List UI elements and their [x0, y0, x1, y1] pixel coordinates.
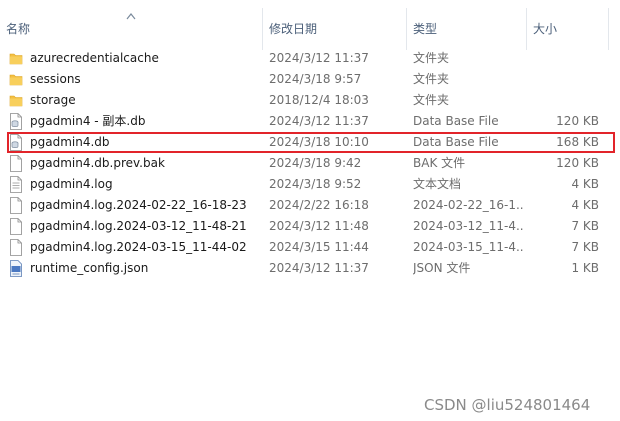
- file-date: 2024/3/18 9:52: [269, 177, 362, 191]
- file-type: 2024-03-15_11-4...: [413, 240, 523, 254]
- file-row[interactable]: pgadmin4.db.prev.bak 2024/3/18 9:42 BAK 文件…: [0, 153, 620, 174]
- file-type: 2024-02-22_16-1...: [413, 198, 523, 212]
- file-size: 120 KB: [556, 114, 599, 128]
- file-date: 2024/3/15 11:44: [269, 240, 369, 254]
- file-date: 2024/3/12 11:37: [269, 114, 369, 128]
- folder-icon: [9, 50, 23, 67]
- file-date: 2024/3/12 11:37: [269, 51, 369, 65]
- file-name: pgadmin4.log.2024-03-12_11-48-21: [30, 219, 247, 233]
- column-header-type[interactable]: 类型: [407, 8, 527, 50]
- file-type: 文件夹: [413, 93, 450, 107]
- file-size: [528, 90, 599, 111]
- file-name: storage: [30, 93, 76, 107]
- file-size: [528, 69, 599, 90]
- file-date: 2018/12/4 18:03: [269, 93, 369, 107]
- file-name: pgadmin4.db.prev.bak: [30, 156, 165, 170]
- blank-file-icon: [9, 197, 23, 214]
- file-type: Data Base File: [413, 114, 499, 128]
- text-file-icon: [9, 176, 23, 193]
- file-row[interactable]: pgadmin4.log.2024-03-12_11-48-21 2024/3/1…: [0, 216, 620, 237]
- watermark: CSDN @liu524801464: [424, 396, 591, 414]
- file-row[interactable]: pgadmin4.log.2024-02-22_16-18-23 2024/2/2…: [0, 195, 620, 216]
- file-name: runtime_config.json: [30, 261, 149, 275]
- file-name: pgadmin4.log: [30, 177, 113, 191]
- file-type: JSON 文件: [413, 261, 471, 275]
- file-row[interactable]: azurecredentialcache 2024/3/12 11:37 文件夹: [0, 48, 620, 69]
- database-file-icon: [9, 113, 23, 130]
- file-name: pgadmin4 - 副本.db: [30, 114, 146, 128]
- file-type: Data Base File: [413, 135, 499, 149]
- file-row[interactable]: pgadmin4.db 2024/3/18 10:10 Data Base File…: [0, 132, 620, 153]
- file-size: [528, 48, 599, 69]
- file-name: azurecredentialcache: [30, 51, 159, 65]
- file-row[interactable]: pgadmin4 - 副本.db 2024/3/12 11:37 Data Base…: [0, 111, 620, 132]
- file-row[interactable]: pgadmin4.log.2024-03-15_11-44-02 2024/3/1…: [0, 237, 620, 258]
- file-type: 文本文档: [413, 177, 462, 191]
- column-header-bar: 名称 修改日期 类型 大小: [0, 8, 620, 50]
- blank-file-icon: [9, 218, 23, 235]
- file-size: 120 KB: [556, 156, 599, 170]
- file-row[interactable]: runtime_config.json 2024/3/12 11:37 JSON 文…: [0, 258, 620, 279]
- column-header-size[interactable]: 大小: [527, 8, 609, 50]
- file-type: 文件夹: [413, 72, 450, 86]
- database-file-icon: [9, 134, 23, 151]
- file-date: 2024/2/22 16:18: [269, 198, 369, 212]
- column-header-date[interactable]: 修改日期: [263, 8, 407, 50]
- file-date: 2024/3/12 11:37: [269, 261, 369, 275]
- file-date: 2024/3/18 10:10: [269, 135, 369, 149]
- json-file-icon: [9, 260, 23, 277]
- sort-ascending-icon: [126, 13, 136, 20]
- file-size: 4 KB: [571, 177, 599, 191]
- file-row[interactable]: pgadmin4.log 2024/3/18 9:52 文本文档 4 KB: [0, 174, 620, 195]
- file-type: 文件夹: [413, 51, 450, 65]
- blank-file-icon: [9, 155, 23, 172]
- folder-icon: [9, 92, 23, 109]
- file-date: 2024/3/18 9:42: [269, 156, 362, 170]
- blank-file-icon: [9, 239, 23, 256]
- file-size: 7 KB: [571, 219, 599, 233]
- file-type: 2024-03-12_11-4...: [413, 219, 523, 233]
- file-date: 2024/3/12 11:48: [269, 219, 369, 233]
- file-size: 4 KB: [571, 198, 599, 212]
- file-date: 2024/3/18 9:57: [269, 72, 362, 86]
- file-row[interactable]: storage 2018/12/4 18:03 文件夹: [0, 90, 620, 111]
- file-name: pgadmin4.log.2024-03-15_11-44-02: [30, 240, 247, 254]
- file-name: sessions: [30, 72, 81, 86]
- file-row[interactable]: sessions 2024/3/18 9:57 文件夹: [0, 69, 620, 90]
- file-name: pgadmin4.log.2024-02-22_16-18-23: [30, 198, 247, 212]
- file-name: pgadmin4.db: [30, 135, 110, 149]
- folder-icon: [9, 71, 23, 88]
- file-size: 1 KB: [571, 261, 599, 275]
- file-size: 168 KB: [556, 135, 599, 149]
- file-size: 7 KB: [571, 240, 599, 254]
- file-type: BAK 文件: [413, 156, 466, 170]
